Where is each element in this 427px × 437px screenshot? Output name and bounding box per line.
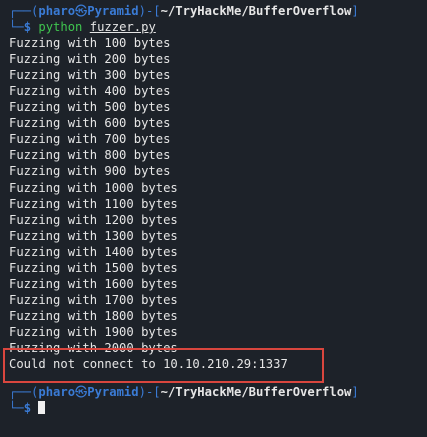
- input-line[interactable]: └─$: [0, 400, 427, 416]
- highlight-box: [3, 348, 324, 383]
- prompt-line-1: ┌──(pharo㉿Pyramid)-[~/TryHackMe/BufferOv…: [0, 3, 427, 19]
- prompt-path: ~/TryHackMe/BufferOverflow: [160, 4, 352, 18]
- output-line: Fuzzing with 1100 bytes: [9, 196, 178, 211]
- text-cursor: [38, 401, 46, 415]
- output-line: Fuzzing with 1000 bytes: [9, 180, 178, 195]
- command-argument: fuzzer.py: [89, 20, 156, 35]
- prompt-corner-bottom: └─: [9, 401, 24, 416]
- output-line: Fuzzing with 1300 bytes: [9, 228, 178, 243]
- prompt-corner-bottom: └─: [9, 20, 24, 35]
- output-line: Fuzzing with 200 bytes: [9, 52, 171, 67]
- prompt-separator: )-[: [138, 385, 161, 400]
- output-line: Fuzzing with 1900 bytes: [9, 324, 178, 339]
- prompt-separator: )-[: [138, 4, 161, 18]
- prompt-host: Pyramid: [87, 385, 139, 400]
- output-line: Fuzzing with 400 bytes: [9, 84, 171, 99]
- output-line: Fuzzing with 500 bytes: [9, 100, 171, 115]
- output-line: Fuzzing with 100 bytes: [9, 36, 171, 51]
- output-line: Fuzzing with 1200 bytes: [9, 212, 178, 227]
- prompt-user: pharo: [38, 385, 76, 400]
- output-line: Fuzzing with 300 bytes: [9, 68, 171, 83]
- output-line: Fuzzing with 700 bytes: [9, 132, 171, 147]
- prompt-corner-top: ┌──(: [9, 385, 39, 400]
- command-line: └─$ python fuzzer.py: [0, 19, 427, 35]
- prompt-path: ~/TryHackMe/BufferOverflow: [160, 385, 352, 400]
- prompt-bracket-end: ]: [351, 4, 359, 18]
- output-line: Fuzzing with 1700 bytes: [9, 292, 178, 307]
- prompt-bracket-end: ]: [351, 385, 359, 400]
- command-name: python: [38, 20, 83, 35]
- prompt-host: Pyramid: [87, 4, 139, 18]
- output-line: Fuzzing with 1800 bytes: [9, 308, 178, 323]
- prompt-dollar: $: [23, 20, 32, 35]
- output-line: Fuzzing with 800 bytes: [9, 148, 171, 163]
- prompt-corner-top: ┌──(: [9, 4, 39, 18]
- output-line: Fuzzing with 600 bytes: [9, 116, 171, 131]
- output-line: Fuzzing with 900 bytes: [9, 164, 171, 179]
- output-line: Fuzzing with 1600 bytes: [9, 276, 178, 291]
- prompt-dollar: $: [23, 401, 32, 416]
- prompt-line-2: ┌──(pharo㉿Pyramid)-[~/TryHackMe/BufferOv…: [0, 384, 427, 400]
- terminal-window[interactable]: ┌──(pharo㉿Pyramid)-[~/TryHackMe/BufferOv…: [0, 0, 427, 437]
- output-line: Fuzzing with 1500 bytes: [9, 260, 178, 275]
- prompt-user: pharo: [38, 4, 76, 18]
- output-line: Fuzzing with 1400 bytes: [9, 244, 178, 259]
- skull-icon: ㉿: [75, 4, 88, 18]
- skull-icon: ㉿: [75, 385, 88, 400]
